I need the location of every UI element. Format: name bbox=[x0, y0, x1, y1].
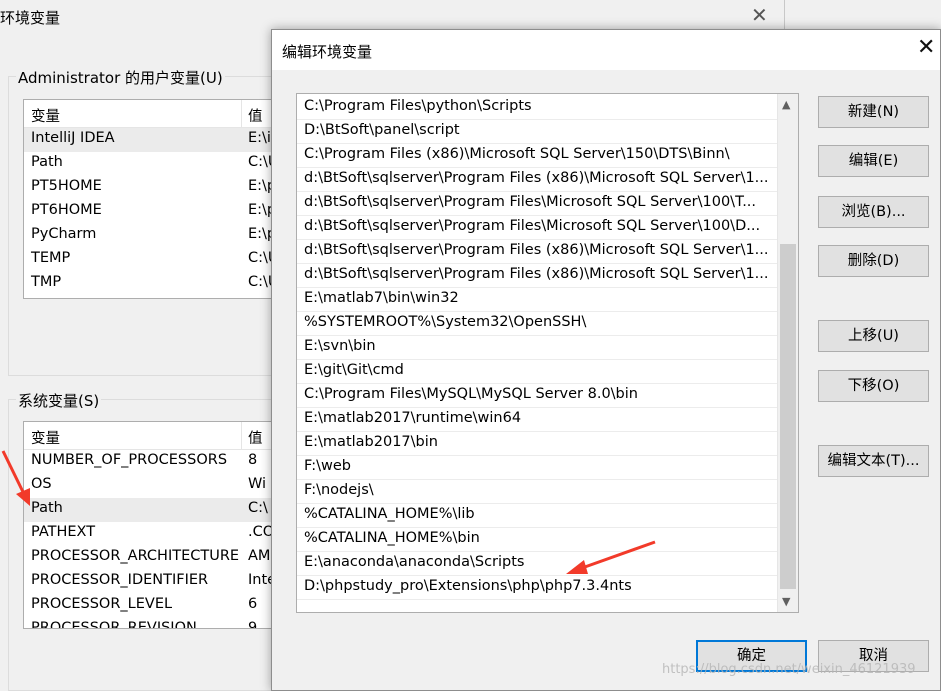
path-text: C:\Program Files\MySQL\MySQL Server 8.0\… bbox=[304, 386, 638, 402]
path-text: d:\BtSoft\sqlserver\Program Files (x86)\… bbox=[304, 170, 769, 186]
variable-name: PATHEXT bbox=[31, 524, 96, 540]
list-item[interactable]: E:\svn\bin bbox=[297, 336, 777, 360]
dialog-title: 编辑环境变量 bbox=[282, 43, 373, 61]
list-item[interactable]: C:\Program Files (x86)\Microsoft SQL Ser… bbox=[297, 144, 777, 168]
variable-name: IntelliJ IDEA bbox=[31, 130, 115, 146]
path-text: E:\matlab2017\runtime\win64 bbox=[304, 410, 522, 426]
dialog-title: 环境变量 bbox=[0, 9, 61, 27]
list-item[interactable]: %CATALINA_HOME%\lib bbox=[297, 504, 777, 528]
annotation-arrow-icon bbox=[566, 540, 656, 574]
path-text: D:\phpstudy_pro\Extensions\php\php7.3.4n… bbox=[304, 578, 632, 594]
variable-value: 9 bbox=[248, 620, 258, 629]
list-item[interactable]: %SYSTEMROOT%\System32\OpenSSH\ bbox=[297, 312, 777, 336]
edit-button[interactable]: 编辑(E) bbox=[818, 145, 929, 177]
list-item[interactable]: d:\BtSoft\sqlserver\Program Files\Micros… bbox=[297, 216, 777, 240]
list-item[interactable]: C:\Program Files\MySQL\MySQL Server 8.0\… bbox=[297, 384, 777, 408]
variable-name: PROCESSOR_ARCHITECTURE bbox=[31, 548, 240, 564]
path-text: C:\Program Files (x86)\Microsoft SQL Ser… bbox=[304, 146, 730, 162]
variable-value: E:\i bbox=[248, 130, 271, 146]
path-list[interactable]: D:\phpstudy_pro\Extensions\php\php7.3.4n… bbox=[296, 93, 799, 613]
delete-button[interactable]: 删除(D) bbox=[818, 245, 929, 277]
variable-value: 8 bbox=[248, 452, 258, 468]
path-text: E:\anaconda\anaconda\Scripts bbox=[304, 554, 525, 570]
watermark: https://blog.csdn.net/weixin_46121939 bbox=[662, 662, 916, 677]
variable-value: C:\ bbox=[248, 500, 268, 516]
column-header-value[interactable]: 值 bbox=[248, 427, 263, 448]
column-header-variable[interactable]: 变量 bbox=[31, 427, 60, 448]
variable-value: AM bbox=[248, 548, 271, 564]
variable-name: PT5HOME bbox=[31, 178, 102, 194]
path-text: %CATALINA_HOME%\lib bbox=[304, 506, 475, 522]
list-item[interactable]: E:\matlab2017\runtime\win64 bbox=[297, 408, 777, 432]
vertical-scrollbar[interactable]: ▲ ▼ bbox=[777, 94, 798, 612]
variable-name: Path bbox=[31, 154, 63, 170]
list-item[interactable]: F:\web bbox=[297, 456, 777, 480]
list-item[interactable]: C:\Program Files\python\Scripts bbox=[297, 96, 777, 120]
path-text: E:\svn\bin bbox=[304, 338, 376, 354]
column-header-variable[interactable]: 变量 bbox=[31, 105, 60, 126]
list-item[interactable]: F:\nodejs\ bbox=[297, 480, 777, 504]
path-text: %CATALINA_HOME%\bin bbox=[304, 530, 480, 546]
close-icon[interactable]: ✕ bbox=[917, 37, 935, 59]
move-down-button[interactable]: 下移(O) bbox=[818, 370, 929, 402]
list-item[interactable]: D:\BtSoft\panel\script bbox=[297, 120, 777, 144]
variable-name: PT6HOME bbox=[31, 202, 102, 218]
scroll-thumb[interactable] bbox=[780, 244, 796, 589]
path-text: D:\BtSoft\panel\script bbox=[304, 122, 460, 138]
edit-environment-variable-dialog: 编辑环境变量 ✕ D:\phpstudy_pro\Extensions\php\… bbox=[271, 29, 941, 691]
path-text: C:\Program Files\python\Scripts bbox=[304, 98, 532, 114]
annotation-arrow-icon bbox=[1, 450, 30, 506]
title-bar: 编辑环境变量 ✕ bbox=[272, 30, 940, 70]
list-item[interactable]: E:\anaconda\anaconda\Scripts bbox=[297, 552, 777, 576]
variable-name: PROCESSOR_IDENTIFIER bbox=[31, 572, 209, 588]
move-up-button[interactable]: 上移(U) bbox=[818, 320, 929, 352]
variable-name: NUMBER_OF_PROCESSORS bbox=[31, 452, 228, 468]
list-item[interactable]: D:\phpstudy_pro\Extensions\php\php7.3.4n… bbox=[297, 576, 777, 600]
path-text: d:\BtSoft\sqlserver\Program Files\Micros… bbox=[304, 218, 761, 234]
variable-name: TEMP bbox=[31, 250, 71, 266]
list-item[interactable]: %CATALINA_HOME%\bin bbox=[297, 528, 777, 552]
path-text: E:\git\Git\cmd bbox=[304, 362, 404, 378]
column-header-value[interactable]: 值 bbox=[248, 105, 263, 126]
variable-name: PROCESSOR_LEVEL bbox=[31, 596, 173, 612]
list-item[interactable]: d:\BtSoft\sqlserver\Program Files (x86)\… bbox=[297, 240, 777, 264]
close-icon[interactable]: ✕ bbox=[751, 5, 768, 25]
path-text: d:\BtSoft\sqlserver\Program Files (x86)\… bbox=[304, 242, 769, 258]
list-item[interactable]: d:\BtSoft\sqlserver\Program Files (x86)\… bbox=[297, 264, 777, 288]
variable-name: PyCharm bbox=[31, 226, 97, 242]
scroll-down-icon[interactable]: ▼ bbox=[782, 595, 790, 608]
list-item[interactable]: E:\git\Git\cmd bbox=[297, 360, 777, 384]
path-text: F:\web bbox=[304, 458, 351, 474]
list-item[interactable]: E:\matlab2017\bin bbox=[297, 432, 777, 456]
browse-button[interactable]: 浏览(B)... bbox=[818, 196, 929, 228]
path-text: E:\matlab7\bin\win32 bbox=[304, 290, 459, 306]
new-button[interactable]: 新建(N) bbox=[818, 96, 929, 128]
path-text: E:\matlab2017\bin bbox=[304, 434, 438, 450]
variable-name: TMP bbox=[31, 274, 62, 290]
path-text: F:\nodejs\ bbox=[304, 482, 374, 498]
list-item[interactable]: d:\BtSoft\sqlserver\Program Files\Micros… bbox=[297, 192, 777, 216]
list-item[interactable]: E:\matlab7\bin\win32 bbox=[297, 288, 777, 312]
path-text: %SYSTEMROOT%\System32\OpenSSH\ bbox=[304, 314, 587, 330]
variable-name: PROCESSOR_REVISION bbox=[31, 620, 197, 629]
user-variables-label: Administrator 的用户变量(U) bbox=[16, 67, 225, 88]
system-variables-label: 系统变量(S) bbox=[16, 390, 102, 411]
list-item[interactable]: d:\BtSoft\sqlserver\Program Files (x86)\… bbox=[297, 168, 777, 192]
edit-text-button[interactable]: 编辑文本(T)... bbox=[818, 445, 929, 477]
path-text: d:\BtSoft\sqlserver\Program Files\Micros… bbox=[304, 194, 757, 210]
variable-value: Wi bbox=[248, 476, 267, 492]
path-text: d:\BtSoft\sqlserver\Program Files (x86)\… bbox=[304, 266, 769, 282]
scroll-up-icon[interactable]: ▲ bbox=[782, 98, 790, 111]
variable-value: 6 bbox=[248, 596, 258, 612]
